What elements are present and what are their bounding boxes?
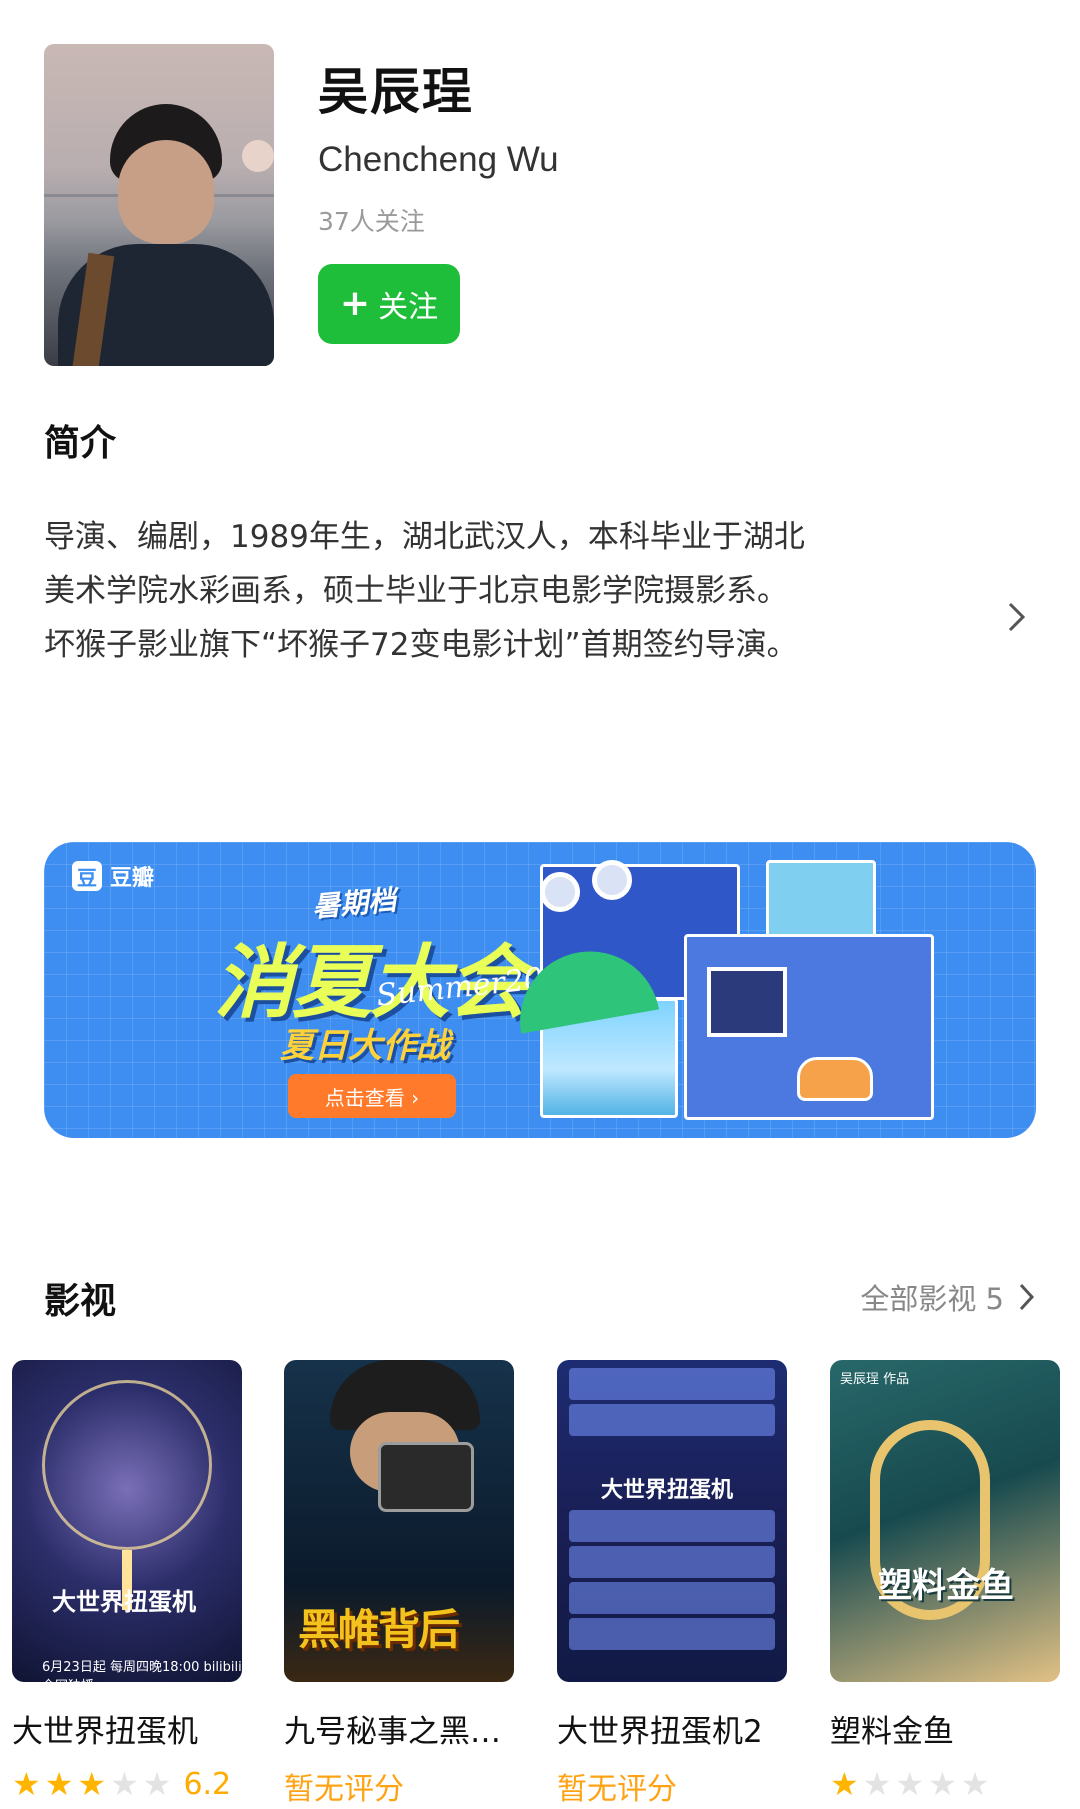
poster-author: 吴辰珵 作品 bbox=[840, 1372, 910, 1387]
poster-strip bbox=[569, 1368, 775, 1400]
person-name: 吴辰珵 bbox=[318, 63, 474, 121]
follower-count: 37人关注 bbox=[318, 207, 425, 236]
star-icon: ★ bbox=[44, 1765, 74, 1803]
chevron-right-icon[interactable] bbox=[1006, 600, 1028, 638]
star-icon: ★ bbox=[895, 1765, 925, 1803]
work-poster[interactable]: 黑帷背后 bbox=[284, 1360, 514, 1682]
follow-button[interactable]: + 关注 bbox=[318, 264, 460, 344]
intro-line: 导演、编剧，1989年生，湖北武汉人，本科毕业于湖北 bbox=[44, 519, 805, 555]
work-poster[interactable]: 大世界扭蛋机 bbox=[557, 1360, 787, 1682]
no-rating-label: 暂无评分 bbox=[284, 1772, 404, 1807]
profile-photo[interactable] bbox=[44, 44, 274, 366]
person-english-name: Chencheng Wu bbox=[318, 140, 559, 179]
poster-caption: 6月23日起 每周四晚18:00 bilibili 全网独播 bbox=[42, 1660, 242, 1682]
star-icon: ★ bbox=[928, 1765, 957, 1803]
banner-subtitle: 夏日大作战 bbox=[280, 1026, 450, 1066]
pixel-cat-icon bbox=[797, 1057, 873, 1101]
work-title[interactable]: 塑料金鱼 bbox=[830, 1706, 954, 1751]
douban-logo-text: 豆瓣 bbox=[110, 866, 155, 891]
star-icon: ★ bbox=[862, 1765, 892, 1803]
work-title[interactable]: 大世界扭蛋机2 bbox=[557, 1706, 763, 1751]
works-heading: 影视 bbox=[44, 1281, 117, 1322]
star-icon: ★ bbox=[77, 1765, 107, 1803]
work-title[interactable]: 大世界扭蛋机 bbox=[12, 1706, 198, 1751]
work-poster[interactable]: 大世界扭蛋机 6月23日起 每周四晚18:00 bilibili 全网独播 bbox=[12, 1360, 242, 1682]
poster-title: 黑帷背后 bbox=[298, 1605, 460, 1654]
star-icon: ★ bbox=[830, 1765, 859, 1803]
poster-strip bbox=[569, 1582, 775, 1614]
star-icon: ★ bbox=[960, 1765, 990, 1803]
pixel-tv-illustration bbox=[766, 860, 876, 944]
poster-title: 大世界扭蛋机 bbox=[52, 1588, 196, 1616]
poster-strip bbox=[569, 1510, 775, 1542]
plus-icon: + bbox=[339, 283, 371, 324]
summer-event-banner[interactable]: 豆 豆瓣 暑期档 消夏大会 Summer2025 夏日大作战 点击查看 › bbox=[44, 842, 1036, 1138]
star-icon: ★ bbox=[110, 1765, 139, 1803]
star-icon: ★ bbox=[142, 1765, 172, 1803]
intro-line: 坏猴子影业旗下“坏猴子72变电影计划”首期签约导演。 bbox=[44, 627, 798, 663]
no-rating-label: 暂无评分 bbox=[557, 1772, 677, 1807]
star-rating: ★ ★ ★ ★ ★ 6.2 bbox=[12, 1762, 231, 1806]
all-works-link[interactable]: 全部影视 5 bbox=[860, 1276, 1036, 1318]
poster-strip bbox=[569, 1618, 775, 1650]
work-title[interactable]: 九号秘事之黑… bbox=[284, 1706, 501, 1751]
poster-title: 大世界扭蛋机 bbox=[601, 1478, 734, 1503]
douban-logo: 豆 豆瓣 bbox=[72, 860, 154, 892]
all-works-label: 全部影视 5 bbox=[860, 1282, 1004, 1316]
film-reel-icon bbox=[540, 872, 580, 912]
star-icon: ★ bbox=[12, 1765, 41, 1803]
poster-title: 塑料金鱼 bbox=[878, 1566, 1014, 1606]
star-rating: ★ ★ ★ ★ ★ bbox=[830, 1762, 989, 1806]
chevron-right-icon bbox=[1019, 1283, 1035, 1311]
camera-icon bbox=[378, 1442, 474, 1512]
pixel-tv-icon bbox=[707, 967, 787, 1037]
poster-strip bbox=[569, 1404, 775, 1436]
intro-heading: 简介 bbox=[44, 423, 117, 464]
poster-ring-graphic bbox=[42, 1380, 212, 1550]
pixel-living-room-illustration bbox=[684, 934, 934, 1120]
work-poster[interactable]: 吴辰珵 作品 塑料金鱼 bbox=[830, 1360, 1060, 1682]
poster-strip bbox=[569, 1546, 775, 1578]
rating-score: 6.2 bbox=[183, 1766, 232, 1802]
intro-line: 美术学院水彩画系，硕士毕业于北京电影学院摄影系。 bbox=[44, 573, 788, 609]
photo-person-face bbox=[118, 140, 214, 244]
douban-logo-mark: 豆 bbox=[72, 861, 102, 891]
intro-text[interactable]: 导演、编剧，1989年生，湖北武汉人，本科毕业于湖北 美术学院水彩画系，硕士毕业… bbox=[44, 510, 944, 672]
follow-button-label: 关注 bbox=[378, 290, 439, 325]
photo-sun bbox=[242, 140, 274, 172]
banner-cta-button[interactable]: 点击查看 › bbox=[288, 1074, 456, 1118]
film-reel-icon bbox=[592, 860, 632, 900]
